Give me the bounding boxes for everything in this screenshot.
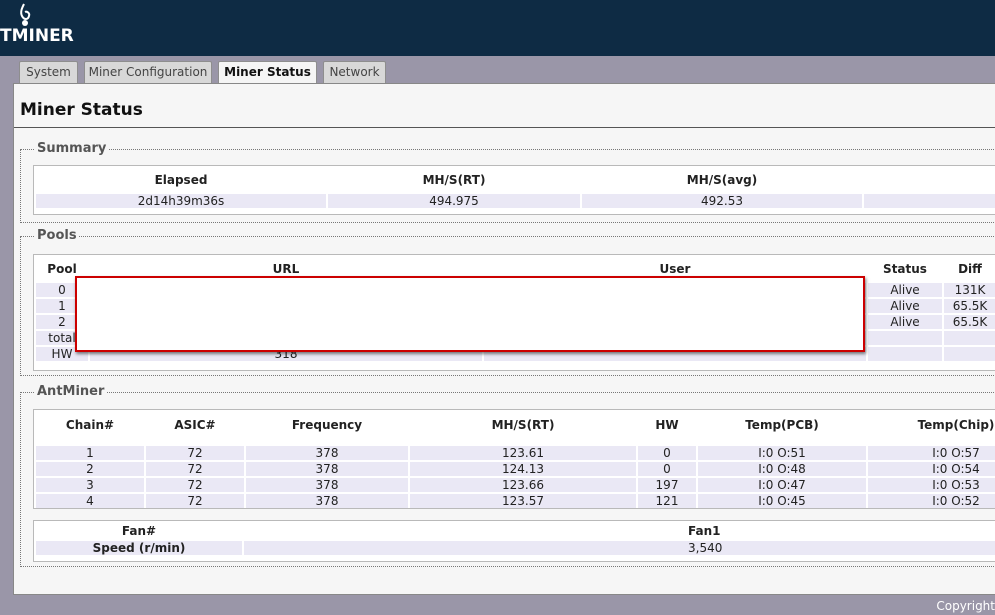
chains-header-mhs-rt: MH/S(RT) <box>491 418 555 432</box>
fan-table: Fan# Fan1 Speed (r/min) 3,540 <box>34 521 995 557</box>
chain-row-4: 4 72 378 123.57 121 I:0 O:45 I:0 O:52 <box>36 494 995 508</box>
tab-miner-status[interactable]: Miner Status <box>218 61 317 84</box>
chain-asic: 72 <box>146 478 244 492</box>
fan-header-label: Fan# <box>121 524 157 538</box>
antminer-legend: AntMiner <box>35 384 107 399</box>
chain-frequency: 378 <box>246 462 408 476</box>
chains-header-hw: HW <box>655 418 679 432</box>
title-divider <box>14 127 995 128</box>
summary-table: Elapsed MH/S(RT) MH/S(avg) Fo 2d14h39m36… <box>34 166 995 210</box>
summary-header-mhs-rt: MH/S(RT) <box>422 173 486 187</box>
fan-table-box: Fan# Fan1 Speed (r/min) 3,540 <box>33 520 995 562</box>
tab-system[interactable]: System <box>19 61 78 83</box>
chain-temp-pcb: I:0 O:51 <box>698 446 866 460</box>
summary-header-mhs-avg: MH/S(avg) <box>686 173 758 187</box>
chain-mhs-rt: 123.66 <box>410 478 636 492</box>
chains-spacer <box>36 440 995 444</box>
pools-legend: Pools <box>35 228 79 243</box>
chain-frequency: 378 <box>246 446 408 460</box>
summary-mhs-avg-value: 492.53 <box>582 194 862 208</box>
pool-status <box>868 331 942 345</box>
chain-id: 3 <box>36 478 144 492</box>
chain-asic: 72 <box>146 494 244 508</box>
top-header-bar: TMINER <box>0 0 995 56</box>
chains-header-frequency: Frequency <box>291 418 363 432</box>
pool-diff: 65.5K <box>944 315 995 329</box>
chain-temp-chip: I:0 O:54 <box>868 462 995 476</box>
copyright-text: Copyright <box>936 599 995 613</box>
chains-header-temp-chip: Temp(Chip) <box>917 418 995 432</box>
pool-diff <box>944 331 995 345</box>
summary-table-box: Elapsed MH/S(RT) MH/S(avg) Fo 2d14h39m36… <box>33 165 995 215</box>
chain-temp-pcb: I:0 O:45 <box>698 494 866 508</box>
pool-status <box>868 347 942 361</box>
chains-header-temp-pcb: Temp(PCB) <box>745 418 819 432</box>
page-title: Miner Status <box>20 100 143 120</box>
summary-header-elapsed: Elapsed <box>154 173 208 187</box>
chain-id: 2 <box>36 462 144 476</box>
pools-header-status: Status <box>883 262 927 276</box>
antminer-section: AntMiner Chain# ASIC# Frequency MH/S(RT)… <box>20 384 995 567</box>
antminer-logo: TMINER <box>0 3 74 48</box>
pool-diff <box>944 347 995 361</box>
fan-speed-label: Speed (r/min) <box>36 541 242 555</box>
fan-speed-value: 3,540 <box>244 541 995 555</box>
summary-elapsed-value: 2d14h39m36s <box>36 194 326 208</box>
chain-row-3: 3 72 378 123.66 197 I:0 O:47 I:0 O:53 <box>36 478 995 492</box>
pool-status: Alive <box>868 299 942 313</box>
chain-temp-pcb: I:0 O:47 <box>698 478 866 492</box>
chain-temp-chip: I:0 O:57 <box>868 446 995 460</box>
chains-header-asic: ASIC# <box>174 418 216 432</box>
chain-temp-chip: I:0 O:52 <box>868 494 995 508</box>
chain-hw: 0 <box>638 462 696 476</box>
chain-id: 1 <box>36 446 144 460</box>
chain-mhs-rt: 123.57 <box>410 494 636 508</box>
chain-row-2: 2 72 378 124.13 0 I:0 O:48 I:0 O:54 <box>36 462 995 476</box>
summary-legend: Summary <box>35 141 109 156</box>
chain-hw: 0 <box>638 446 696 460</box>
summary-mhs-rt-value: 494.975 <box>328 194 580 208</box>
chain-asic: 72 <box>146 462 244 476</box>
pool-diff: 65.5K <box>944 299 995 313</box>
summary-truncated-value <box>864 194 995 208</box>
ant-logo-icon <box>20 3 31 26</box>
chain-asic: 72 <box>146 446 244 460</box>
pools-header-diff: Diff <box>958 262 982 276</box>
pool-status: Alive <box>868 283 942 297</box>
redaction-box <box>75 276 865 352</box>
chains-table: Chain# ASIC# Frequency MH/S(RT) HW Temp(… <box>34 410 995 510</box>
tab-network[interactable]: Network <box>323 61 386 83</box>
chain-row-1: 1 72 378 123.61 0 I:0 O:51 I:0 O:57 <box>36 446 995 460</box>
pool-status: Alive <box>868 315 942 329</box>
chain-mhs-rt: 124.13 <box>410 462 636 476</box>
chains-table-box: Chain# ASIC# Frequency MH/S(RT) HW Temp(… <box>33 409 995 509</box>
logo-text: TMINER <box>0 26 74 46</box>
chain-hw: 121 <box>638 494 696 508</box>
chain-mhs-rt: 123.61 <box>410 446 636 460</box>
pool-diff: 131K <box>944 283 995 297</box>
fan-header-name: Fan1 <box>688 524 721 538</box>
summary-header-truncated: Fo <box>864 168 995 192</box>
chain-temp-chip: I:0 O:53 <box>868 478 995 492</box>
chain-hw: 197 <box>638 478 696 492</box>
chain-id: 4 <box>36 494 144 508</box>
chains-header-chain: Chain# <box>65 418 115 432</box>
chain-frequency: 378 <box>246 494 408 508</box>
chain-temp-pcb: I:0 O:48 <box>698 462 866 476</box>
chain-frequency: 378 <box>246 478 408 492</box>
summary-section: Summary Elapsed MH/S(RT) MH/S(avg) Fo 2d… <box>20 141 995 223</box>
tab-miner-configuration[interactable]: Miner Configuration <box>84 61 212 83</box>
